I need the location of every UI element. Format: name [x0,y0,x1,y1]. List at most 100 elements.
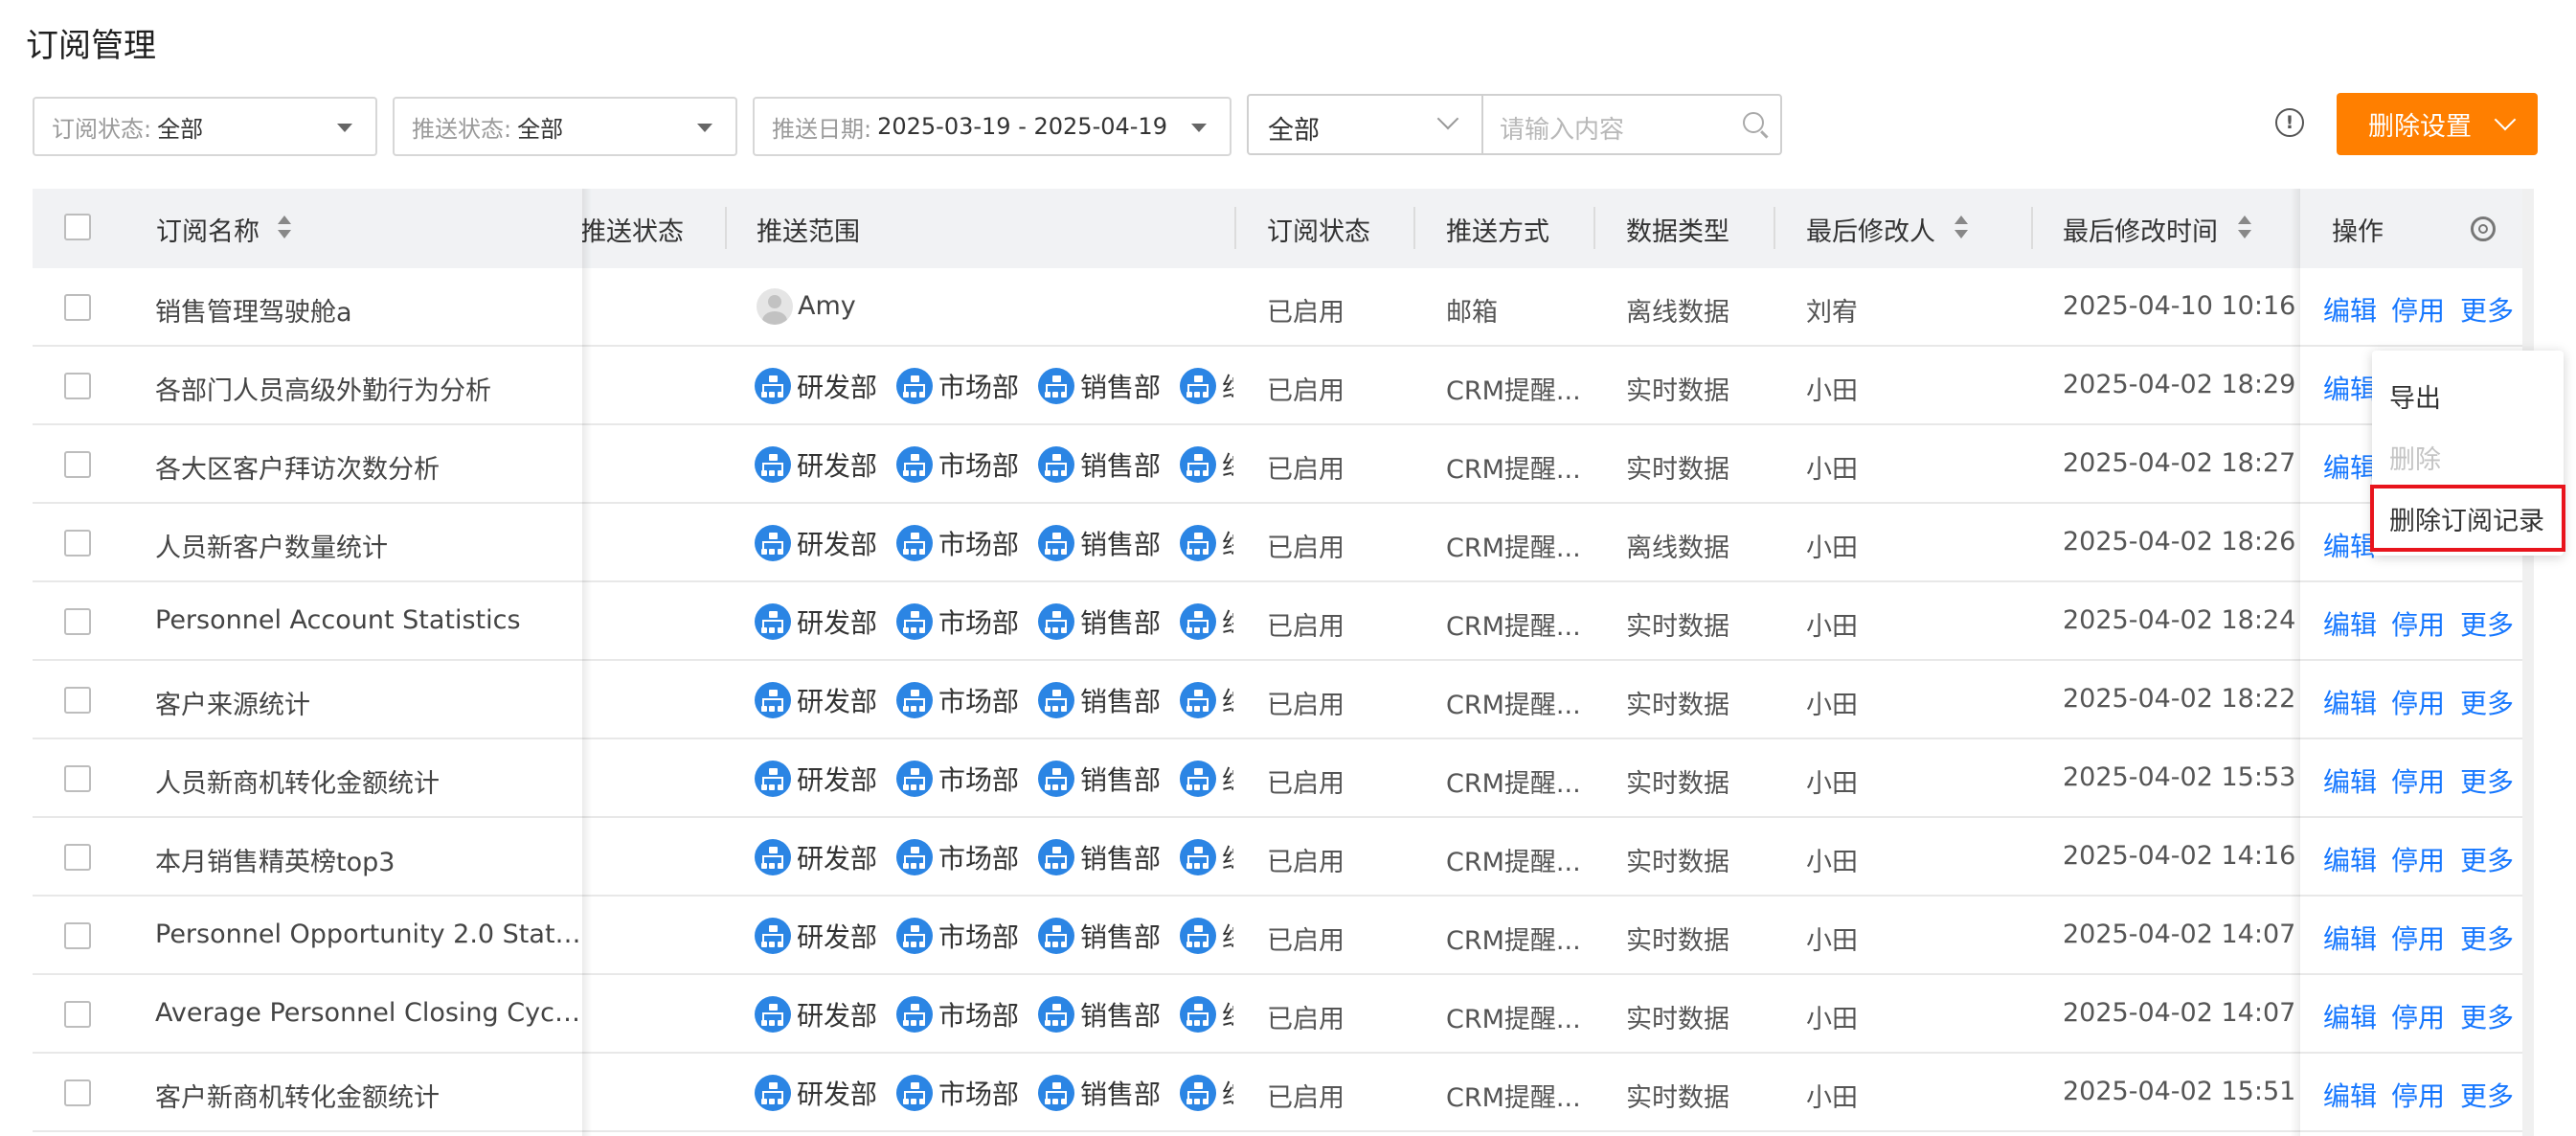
delete-settings-button[interactable]: 删除设置 [2337,93,2538,155]
data-type: 实时数据 [1626,769,1729,799]
subscription-name[interactable]: 销售管理驾驶舱a [155,291,586,329]
more-link[interactable]: 更多 [2460,761,2514,800]
more-link[interactable]: 更多 [2460,683,2514,721]
subscription-name[interactable]: Personnel Opportunity 2.0 Status Distrib… [155,920,586,949]
more-link[interactable]: 更多 [2460,1076,2514,1114]
modified-time: 2025-04-02 14:07:53 [2063,998,2298,1028]
more-link[interactable]: 更多 [2460,840,2514,878]
more-link[interactable]: 更多 [2460,290,2514,329]
edit-link[interactable]: 编辑 [2323,683,2377,721]
column-settings-icon[interactable] [2471,216,2496,241]
org-chart-icon [1180,682,1216,718]
row-checkbox[interactable] [64,530,91,557]
org-chart-icon [1038,1075,1074,1111]
edit-link[interactable]: 编辑 [2323,761,2377,800]
edit-link[interactable]: 编辑 [2323,997,2377,1035]
table-scrollbar[interactable] [2522,189,2534,1136]
disable-link[interactable]: 停用 [2391,1076,2445,1114]
edit-link[interactable]: 编辑 [2323,1076,2377,1114]
edit-link[interactable]: 编辑 [2323,840,2377,878]
row-checkbox[interactable] [64,922,91,949]
search-scope-select[interactable]: 全部 [1249,96,1483,153]
row-checkbox[interactable] [64,1079,91,1106]
edit-link[interactable]: 编辑 [2323,447,2377,486]
data-type: 实时数据 [1626,691,1729,720]
column-divider[interactable] [725,207,727,249]
subscription-name[interactable]: 人员新商机转化金额统计 [155,762,586,800]
disable-link[interactable]: 停用 [2391,604,2445,643]
department-tag: 销售部 [1038,760,1161,798]
subscription-name[interactable]: 各大区客户拜访次数分析 [155,448,586,486]
subscribe-status-filter[interactable]: 订阅状态: 全部 [33,97,377,156]
row-checkbox[interactable] [64,1001,91,1028]
subscription-name[interactable]: Personnel Account Statistics [155,605,586,635]
edit-link[interactable]: 编辑 [2323,369,2377,407]
modified-time: 2025-04-02 18:27:47 [2063,448,2298,478]
department-tag: 研发部 [755,524,877,562]
edit-link[interactable]: 编辑 [2323,290,2377,329]
department-tag: 研发部 [755,445,877,484]
menu-item-export[interactable]: 导出 [2389,377,2441,415]
disable-link[interactable]: 停用 [2391,919,2445,957]
range-user-name: Amy [798,291,856,321]
row-checkbox[interactable] [64,765,91,792]
org-chart-icon [896,761,933,797]
push-status-filter[interactable]: 推送状态: 全部 [393,97,737,156]
subscription-name[interactable]: 客户来源统计 [155,684,586,721]
more-link[interactable]: 更多 [2460,604,2514,643]
row-checkbox[interactable] [64,294,91,321]
info-icon[interactable]: ! [2275,108,2304,137]
row-checkbox[interactable] [64,844,91,871]
row-checkbox[interactable] [64,373,91,399]
more-link[interactable]: 更多 [2460,997,2514,1035]
department-name: 综合部 [1222,995,1233,1034]
column-divider[interactable] [1234,207,1236,249]
column-divider[interactable] [1774,207,1775,249]
sort-icon[interactable] [1955,216,1968,240]
department-tag: 研发部 [755,367,877,405]
org-chart-icon [896,368,933,404]
row-checkbox[interactable] [64,451,91,478]
sort-icon[interactable] [278,216,291,240]
more-link[interactable]: 更多 [2460,919,2514,957]
department-name: 综合部 [1222,524,1233,562]
subscribe-status: 已启用 [1267,691,1344,720]
disable-link[interactable]: 停用 [2391,290,2445,329]
department-name: 销售部 [1080,1000,1162,1032]
modifier-name: 小田 [1806,376,1858,406]
edit-link[interactable]: 编辑 [2323,526,2377,564]
subscribe-status: 已启用 [1267,612,1344,642]
frozen-column-shadow [582,189,592,1136]
search-icon[interactable] [1743,112,1764,133]
row-checkbox[interactable] [64,608,91,635]
select-all-checkbox[interactable] [64,214,91,240]
disable-link[interactable]: 停用 [2391,997,2445,1035]
org-chart-icon [755,603,791,640]
edit-link[interactable]: 编辑 [2323,604,2377,643]
push-date-filter[interactable]: 推送日期: 2025-03-19 - 2025-04-19 [753,97,1232,156]
disable-link[interactable]: 停用 [2391,761,2445,800]
disable-link[interactable]: 停用 [2391,683,2445,721]
column-divider[interactable] [1413,207,1415,249]
department-name: 综合部 [1222,367,1233,405]
edit-link[interactable]: 编辑 [2323,919,2377,957]
department-name: 研发部 [797,1000,878,1032]
subscription-name[interactable]: 客户新商机转化金额统计 [155,1077,586,1114]
column-divider[interactable] [1593,207,1595,249]
subscription-name[interactable]: 人员新客户数量统计 [155,527,586,564]
search-input[interactable]: 请输入内容 [1500,110,1624,146]
subscription-name[interactable]: 本月销售精英榜top3 [155,841,586,878]
disable-link[interactable]: 停用 [2391,840,2445,878]
column-divider[interactable] [2031,207,2033,249]
modified-time: 2025-04-02 15:53:47 [2063,762,2298,792]
department-name: 市场部 [938,372,1020,403]
org-chart-icon [1038,839,1074,875]
subscription-name[interactable]: 各部门人员高级外勤行为分析 [155,370,586,407]
org-chart-icon [1180,839,1216,875]
row-checkbox[interactable] [64,687,91,714]
org-chart-icon [755,996,791,1033]
sort-icon[interactable] [2238,216,2251,240]
column-header-name: 订阅名称 [156,217,260,247]
org-chart-icon [896,525,933,561]
subscription-name[interactable]: Average Personnel Closing Cycle Statisti… [155,998,586,1028]
